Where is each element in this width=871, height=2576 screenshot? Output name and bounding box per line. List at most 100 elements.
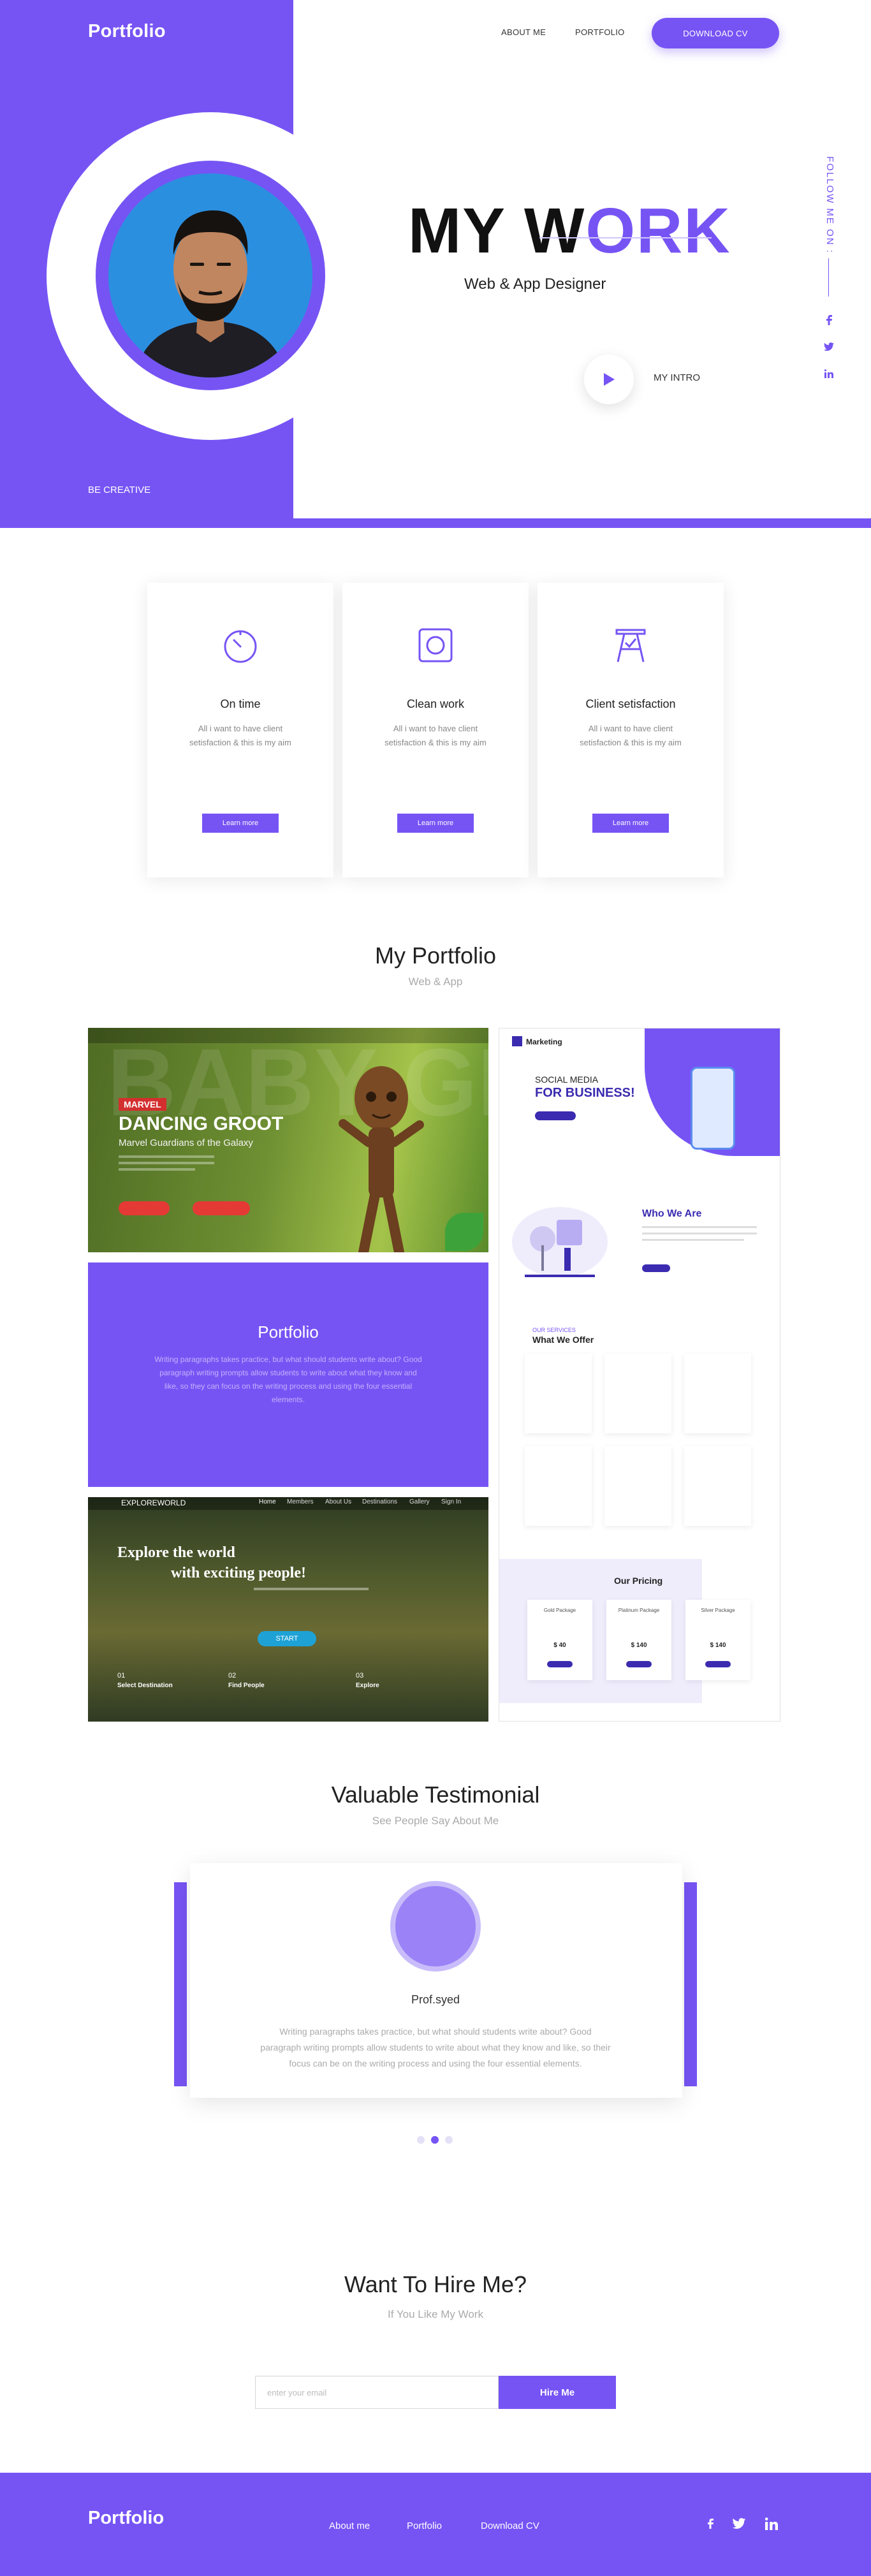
forest-start-button[interactable]: START xyxy=(258,1631,316,1646)
testimonial-subtitle: See People Say About Me xyxy=(372,1815,499,1827)
step-label: Select Destination xyxy=(117,1682,173,1689)
plan-button[interactable] xyxy=(705,1661,731,1667)
hire-me-button[interactable]: Hire Me xyxy=(499,2376,616,2409)
plan-price: $ 140 xyxy=(710,1642,726,1649)
forest-nav-members[interactable]: Members xyxy=(287,1498,314,1505)
learn-more-button[interactable]: Learn more xyxy=(592,814,669,833)
groot-navbar xyxy=(88,1028,488,1043)
testimonial-left-bar xyxy=(174,1882,187,2086)
mkt-service-card[interactable] xyxy=(525,1446,592,1526)
mkt-pricing-title: Our Pricing xyxy=(614,1576,663,1586)
portfolio-item-marketing[interactable]: Marketing SOCIAL MEDIA FOR BUSINESS! Who… xyxy=(499,1028,780,1722)
footer-link-portfolio[interactable]: Portfolio xyxy=(407,2521,442,2531)
purple-card-text: Writing paragraphs takes practice, but w… xyxy=(154,1355,422,1404)
email-field[interactable]: enter your email xyxy=(255,2376,499,2409)
forest-nav-about[interactable]: About Us xyxy=(325,1498,351,1505)
plan-button[interactable] xyxy=(547,1661,573,1667)
mkt-service-card[interactable] xyxy=(604,1446,671,1526)
hero-bottom-bar xyxy=(293,518,871,528)
step-number: 01 xyxy=(117,1672,126,1680)
mkt-service-card[interactable] xyxy=(684,1354,751,1433)
follow-me-label: FOLLOW ME ON : xyxy=(824,156,835,254)
square-icon xyxy=(418,628,453,662)
plan-name: Platinum Package xyxy=(618,1607,660,1613)
portfolio-item-explore-world[interactable]: EXPLOREWORLD Home Members About Us Desti… xyxy=(88,1497,488,1722)
footer-link-download-cv[interactable]: Download CV xyxy=(481,2521,539,2531)
carousel-dot[interactable] xyxy=(445,2136,453,2144)
footer-linkedin-icon[interactable] xyxy=(763,2515,780,2533)
carousel-dot[interactable] xyxy=(417,2136,425,2144)
be-creative-tagline: BE CREATIVE xyxy=(88,485,151,495)
groot-figure xyxy=(339,1066,424,1252)
leaf-decoration xyxy=(445,1213,483,1251)
carousel-dot-active[interactable] xyxy=(431,2136,439,2144)
text-line xyxy=(642,1226,757,1228)
footer-twitter-icon[interactable] xyxy=(730,2515,748,2533)
mkt-who-button[interactable] xyxy=(642,1264,670,1272)
nav-about-me[interactable]: ABOUT ME xyxy=(501,27,546,37)
text-line xyxy=(642,1239,744,1241)
mkt-who-illustration xyxy=(525,1220,595,1277)
plan-name: Gold Package xyxy=(543,1607,576,1613)
mkt-plan-card[interactable]: Gold Package $ 40 xyxy=(527,1600,592,1680)
nav-portfolio[interactable]: PORTFOLIO xyxy=(575,27,625,37)
testimonial-name: Prof.syed xyxy=(411,1993,460,2006)
mkt-logo-icon xyxy=(512,1036,522,1046)
forest-nav-home[interactable]: Home xyxy=(259,1498,276,1505)
plan-button[interactable] xyxy=(626,1661,652,1667)
forest-nav-gallery[interactable]: Gallery xyxy=(409,1498,430,1505)
twitter-icon[interactable] xyxy=(823,340,835,353)
linkedin-icon[interactable] xyxy=(823,367,835,380)
facebook-icon[interactable] xyxy=(823,314,835,326)
forest-headline-1: Explore the world xyxy=(117,1544,235,1561)
hire-subtitle: If You Like My Work xyxy=(388,2308,483,2320)
testimonial-right-bar xyxy=(684,1882,697,2086)
mkt-service-card[interactable] xyxy=(525,1354,592,1433)
learn-more-button[interactable]: Learn more xyxy=(397,814,474,833)
groot-buy-button[interactable] xyxy=(119,1201,170,1215)
title-strike-line xyxy=(539,237,712,238)
download-cv-button[interactable]: DOWNLOAD CV xyxy=(652,18,779,48)
feature-text: All i want to have client setisfaction &… xyxy=(580,724,682,747)
brand-logo[interactable]: Portfolio xyxy=(88,21,166,42)
hire-title: Want To Hire Me? xyxy=(344,2271,527,2297)
portfolio-item-purple-card[interactable]: Portfolio Writing paragraphs takes pract… xyxy=(88,1262,488,1487)
footer-brand[interactable]: Portfolio xyxy=(88,2508,164,2529)
plan-name: Silver Package xyxy=(701,1607,735,1613)
groot-trailer-button[interactable] xyxy=(193,1201,250,1215)
mkt-hero-line-2: FOR BUSINESS! xyxy=(535,1086,635,1100)
mkt-service-card[interactable] xyxy=(604,1354,671,1433)
hero-title-dark: MY W xyxy=(408,195,586,267)
mkt-plan-card[interactable]: Platinum Package $ 140 xyxy=(606,1600,671,1680)
marvel-badge: MARVEL xyxy=(119,1098,166,1111)
feature-card-on-time: On time All i want to have client setisf… xyxy=(147,583,333,877)
mkt-offer-small: OUR SERVICES xyxy=(532,1327,576,1333)
profile-avatar xyxy=(108,173,312,377)
mkt-service-card[interactable] xyxy=(684,1446,751,1526)
testimonial-text: Writing paragraphs takes practice, but w… xyxy=(260,2026,611,2068)
play-icon xyxy=(604,373,615,386)
text-line xyxy=(119,1168,195,1171)
profile-photo xyxy=(108,173,312,377)
mkt-brand: Marketing xyxy=(526,1037,562,1046)
forest-nav-destinations[interactable]: Destinations xyxy=(362,1498,397,1505)
mkt-offer-title: What We Offer xyxy=(532,1335,594,1345)
hero-subtitle: Web & App Designer xyxy=(464,275,606,293)
forest-nav-signin[interactable]: Sign In xyxy=(441,1498,461,1505)
groot-title: DANCING GROOT xyxy=(119,1113,284,1134)
footer-link-about[interactable]: About me xyxy=(329,2521,370,2531)
mkt-plan-card[interactable]: Silver Package $ 140 xyxy=(685,1600,750,1680)
text-line xyxy=(119,1162,214,1164)
learn-more-button[interactable]: Learn more xyxy=(202,814,279,833)
portfolio-item-dancing-groot[interactable]: BABY GROOT MARVEL DANCING GROOT Marvel G… xyxy=(88,1028,488,1252)
portfolio-title: My Portfolio xyxy=(374,942,497,969)
mkt-cta-button[interactable] xyxy=(535,1111,576,1120)
step-label: Find People xyxy=(228,1682,265,1689)
intro-label[interactable]: MY INTRO xyxy=(654,372,700,383)
feature-text: All i want to have client setisfaction &… xyxy=(384,724,487,747)
mkt-hero-line-1: SOCIAL MEDIA xyxy=(535,1074,599,1085)
testimonial-avatar xyxy=(390,1881,481,1972)
portfolio-subtitle: Web & App xyxy=(408,976,463,988)
play-intro-button[interactable] xyxy=(584,355,634,404)
footer-facebook-icon[interactable] xyxy=(701,2515,719,2533)
